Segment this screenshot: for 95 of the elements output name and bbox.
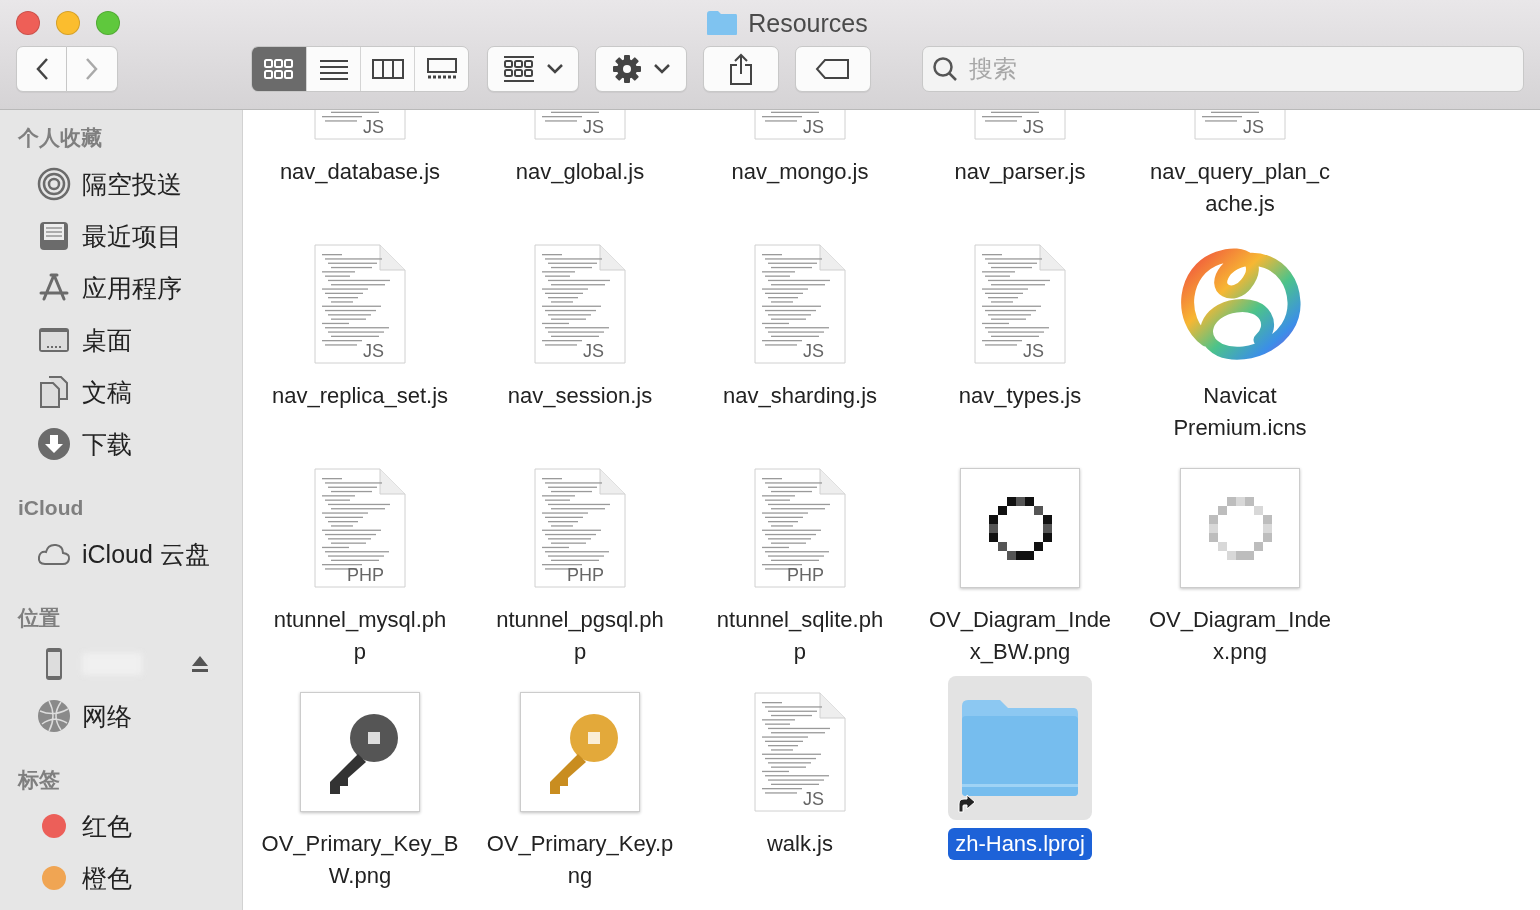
file-name[interactable]: nav_mongo.js [724,156,876,188]
file-name[interactable]: walk.js [760,828,840,860]
group-button[interactable] [487,46,579,92]
document-icon [314,468,406,588]
file-name[interactable]: nav_session.js [500,380,660,412]
file-name[interactable]: p [346,636,374,668]
chevron-left-icon [34,57,49,81]
sidebar-item[interactable]: 下载 [82,427,132,461]
sidebar-item[interactable]: 红色 [82,809,132,843]
sidebar-item[interactable]: 隔空投送 [82,167,182,201]
action-button[interactable] [595,46,687,92]
close-button[interactable] [16,11,40,35]
search-icon [932,56,958,82]
document-icon [974,244,1066,364]
document-icon [534,468,626,588]
view-mode-button[interactable] [360,47,414,91]
view-mode-button[interactable] [306,47,360,91]
sidebar-item[interactable]: 桌面 [82,323,132,357]
file-name[interactable]: zh-Hans.lproj [948,828,1092,860]
globe-icon [37,699,71,733]
file-name[interactable]: OV_Primary_Key_B [254,828,466,860]
file-name[interactable]: ng [560,860,600,892]
chevron-down-icon [547,64,563,74]
sidebar-section-title: 位置 [16,605,61,631]
file-name[interactable]: ntunnel_mysql.ph [266,604,454,636]
chevron-down-icon [654,64,670,74]
view-mode-button[interactable] [414,47,468,91]
share-button[interactable] [703,46,779,92]
file-type-label: JS [583,118,604,136]
file-name[interactable]: Navicat [1196,380,1284,412]
file-type-label: JS [1023,342,1044,360]
sidebar-item[interactable]: iCloud 云盘 [82,537,210,571]
eject-icon[interactable] [190,654,210,674]
documents-icon [37,375,71,409]
list-view-icon [318,58,349,80]
file-type-label: JS [803,790,824,808]
file-name[interactable]: ntunnel_pgsql.ph [489,604,671,636]
file-name[interactable]: OV_Diagram_Inde [921,604,1119,636]
gallery-view-icon [426,58,457,80]
file-name[interactable]: ntunnel_sqlite.ph [709,604,891,636]
file-name[interactable]: nav_parser.js [947,156,1093,188]
window-title: Resources [748,8,868,38]
document-icon [754,244,846,364]
file-type-label: JS [1243,118,1264,136]
file-name[interactable]: nav_types.js [951,380,1089,412]
file-name[interactable]: nav_global.js [508,156,652,188]
folder-icon [706,10,739,36]
file-name[interactable]: p [566,636,594,668]
airdrop-icon [37,167,71,201]
sidebar-item[interactable]: 网络 [82,699,132,733]
file-type-label: PHP [787,566,824,584]
document-icon [314,244,406,364]
view-mode-button[interactable] [252,47,306,91]
search-field[interactable]: 搜索 [922,46,1524,92]
file-type-label: JS [583,342,604,360]
file-name[interactable]: p [786,636,814,668]
share-icon [729,53,753,85]
file-name[interactable]: nav_database.js [272,156,448,188]
download-icon [37,427,71,461]
file-name[interactable]: x.png [1206,636,1274,668]
file-type-label: PHP [567,566,604,584]
file-type-label: JS [803,118,824,136]
file-type-label: JS [803,342,824,360]
file-type-label: JS [1023,118,1044,136]
file-name[interactable]: nav_replica_set.js [264,380,456,412]
file-name[interactable]: W.png [321,860,399,892]
document-icon [534,244,626,364]
file-name[interactable]: Premium.icns [1166,412,1314,444]
file-name[interactable]: ache.js [1198,188,1282,220]
sidebar-item[interactable]: 文稿 [82,375,132,409]
grouped-grid-icon [503,56,535,82]
file-name[interactable]: OV_Diagram_Inde [1141,604,1339,636]
file-name[interactable]: nav_query_plan_c [1143,156,1337,188]
back-button[interactable] [16,46,67,92]
sidebar-section-title: 个人收藏 [17,125,103,151]
gear-icon [612,54,642,84]
file-name[interactable]: x_BW.png [962,636,1078,668]
document-icon [754,692,846,812]
file-name[interactable]: OV_Primary_Key.p [479,828,681,860]
column-view-icon [371,58,404,80]
document-icon [754,468,846,588]
tag-icon [815,58,851,80]
sidebar-item[interactable]: 应用程序 [82,271,182,305]
file-type-label: JS [363,118,384,136]
icon-view-icon [264,58,294,80]
sidebar-item[interactable]: 最近项目 [82,219,182,253]
sidebar-item[interactable]: 橙色 [82,861,132,895]
file-name[interactable]: nav_sharding.js [715,380,885,412]
sidebar-section-title: iCloud [17,495,85,521]
chevron-right-icon [85,57,99,81]
tag-button[interactable] [795,46,871,92]
sidebar-section-title: 标签 [16,767,61,793]
file-type-label: PHP [347,566,384,584]
inbox-icon [37,219,71,253]
file-type-label: JS [363,342,384,360]
